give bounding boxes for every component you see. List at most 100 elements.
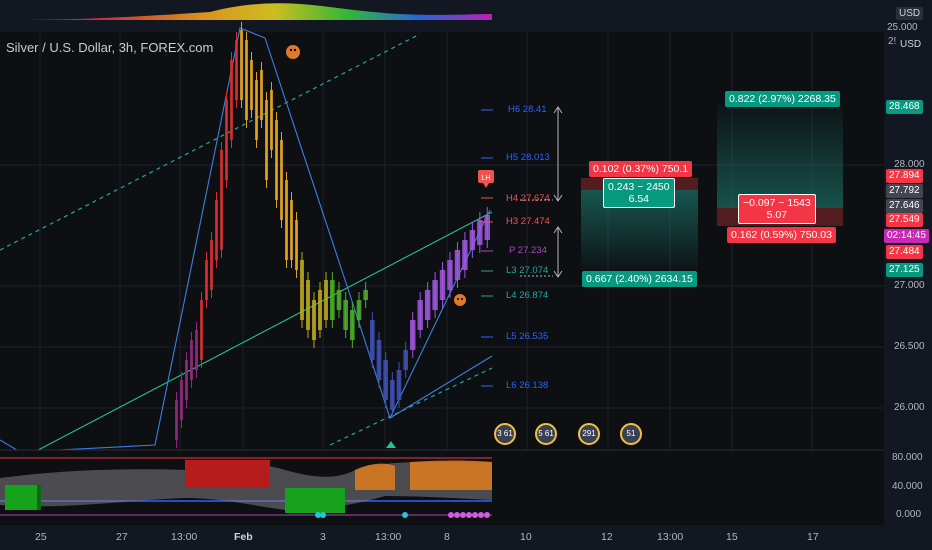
time-label-27: 27 — [116, 531, 128, 543]
event-badge-3[interactable]: 291 — [578, 423, 600, 445]
long-center-line2: 6.54 — [628, 193, 650, 205]
candle-body — [343, 300, 348, 330]
candle-body — [195, 330, 198, 370]
axis-value-partial: 2! — [888, 36, 897, 47]
event-badge-2[interactable]: 5 61 — [535, 423, 557, 445]
short-center-label[interactable]: −0.097 ~ 1543 5.07 — [738, 194, 816, 224]
candle-body — [215, 200, 218, 260]
long-center-label[interactable]: 0.243 ~ 2450 6.54 — [603, 178, 675, 208]
short-target-label[interactable]: 0.822 (2.97%) 2268.35 — [725, 91, 840, 107]
candle-body — [447, 260, 453, 290]
axis-value-top: 25.000 — [887, 22, 918, 33]
short-stop-label[interactable]: 0.162 (0.59%) 750.03 — [727, 227, 836, 243]
pivot-l6: L6 26.138 — [506, 380, 549, 391]
candle-body — [432, 280, 438, 310]
tag-countdown: 02:14:45 — [884, 229, 929, 243]
time-label-15: 15 — [726, 531, 738, 543]
candle-body — [410, 320, 416, 350]
pivot-p: P 27.234 — [509, 245, 547, 256]
pivot-l5: L5 26.535 — [506, 331, 549, 342]
candle-body — [370, 320, 375, 360]
pivot-h6: H6 28.41 — [508, 104, 547, 115]
time-label-feb: Feb — [234, 531, 253, 543]
candle-body — [324, 280, 328, 320]
candle-body — [295, 220, 298, 270]
candle-body — [469, 230, 476, 250]
ind-tick-40: 40.000 — [892, 481, 923, 492]
time-label-10: 10 — [520, 531, 532, 543]
candle-body — [175, 400, 178, 440]
time-label-17: 17 — [807, 531, 819, 543]
time-label-1300-b: 13:00 — [375, 531, 402, 543]
candle-body — [356, 300, 362, 320]
svg-text:LH: LH — [482, 175, 491, 182]
axis-tick-26000: 26.000 — [894, 402, 925, 413]
candle-body — [185, 360, 188, 400]
axis-tick-26500: 26.500 — [894, 341, 925, 352]
candle-body — [260, 70, 263, 120]
chart-app: LH Silver / U.S. Dollar, 3h, FOREX.com H… — [0, 0, 932, 550]
bull-marker-icon[interactable] — [454, 294, 466, 306]
price-axis[interactable]: USD 25.000 2! USD 28.000 27.000 26.500 2… — [884, 0, 932, 550]
axis-tick-27000: 27.000 — [894, 280, 925, 291]
candle-body — [383, 360, 388, 400]
indicator-green-zone-1 — [5, 485, 37, 510]
candle-body — [318, 290, 322, 330]
event-badge-1[interactable]: 3 61 — [494, 423, 516, 445]
candle-body — [190, 340, 193, 380]
candle-body — [424, 290, 431, 320]
tag-27792: 27.792 — [886, 184, 923, 198]
pivot-l4: L4 26.874 — [506, 290, 549, 301]
candle-body — [484, 215, 490, 240]
candle-body — [462, 240, 468, 270]
indicator-red-zone — [185, 460, 270, 488]
candle-body — [250, 60, 253, 110]
tag-27549: 27.549 — [886, 213, 923, 227]
ind-tick-80: 80.000 — [892, 452, 923, 463]
short-center-line1: −0.097 ~ 1543 — [743, 197, 811, 209]
time-label-3: 3 — [320, 531, 326, 543]
candle-body — [396, 370, 402, 400]
candle-body — [265, 100, 268, 180]
time-axis[interactable] — [0, 525, 884, 550]
candle-body — [350, 310, 355, 340]
indicator-green-zone-2 — [285, 488, 345, 513]
pivot-l3: L3 27.074 — [506, 265, 549, 276]
candle-body — [454, 250, 461, 280]
pivot-h3: H3 27.474 — [506, 216, 550, 227]
candle-body — [336, 290, 342, 310]
long-stop-label[interactable]: 0.102 (0.37%) 750.1 — [589, 161, 693, 177]
candle-body — [210, 240, 213, 290]
long-center-line1: 0.243 ~ 2450 — [608, 181, 670, 193]
long-target-label[interactable]: 0.667 (2.40%) 2634.15 — [582, 271, 697, 287]
candle-body — [439, 270, 446, 300]
candle-body — [376, 340, 382, 380]
bear-marker-icon[interactable] — [286, 45, 300, 59]
candle-body — [280, 140, 283, 220]
candle-body — [225, 100, 228, 180]
pivot-h5: H5 28.013 — [506, 152, 550, 163]
pivot-h4: H4 27.674 — [506, 193, 550, 204]
candle-body — [235, 40, 238, 100]
chart-title: Silver / U.S. Dollar, 3h, FOREX.com — [6, 40, 214, 55]
currency-badge-axis[interactable]: USD — [900, 39, 921, 50]
candle-body — [230, 60, 233, 140]
ind-tick-0: 0.000 — [896, 509, 922, 520]
candle-body — [312, 300, 316, 340]
short-center-line2: 5.07 — [766, 209, 788, 221]
tag-28468: 28.468 — [886, 100, 923, 114]
currency-badge-top[interactable]: USD — [896, 7, 924, 20]
event-badge-4[interactable]: 51 — [620, 423, 642, 445]
candle-body — [363, 290, 368, 300]
time-label-8: 8 — [444, 531, 450, 543]
candle-body — [205, 260, 208, 300]
candle-body — [306, 280, 310, 330]
candle-body — [270, 90, 273, 150]
tag-27894: 27.894 — [886, 169, 923, 183]
candle-body — [240, 30, 243, 100]
time-label-12: 12 — [601, 531, 613, 543]
time-label-25: 25 — [35, 531, 47, 543]
candle-body — [390, 380, 395, 410]
main-chart-canvas[interactable]: LH — [0, 0, 884, 550]
candle-body — [245, 40, 248, 120]
